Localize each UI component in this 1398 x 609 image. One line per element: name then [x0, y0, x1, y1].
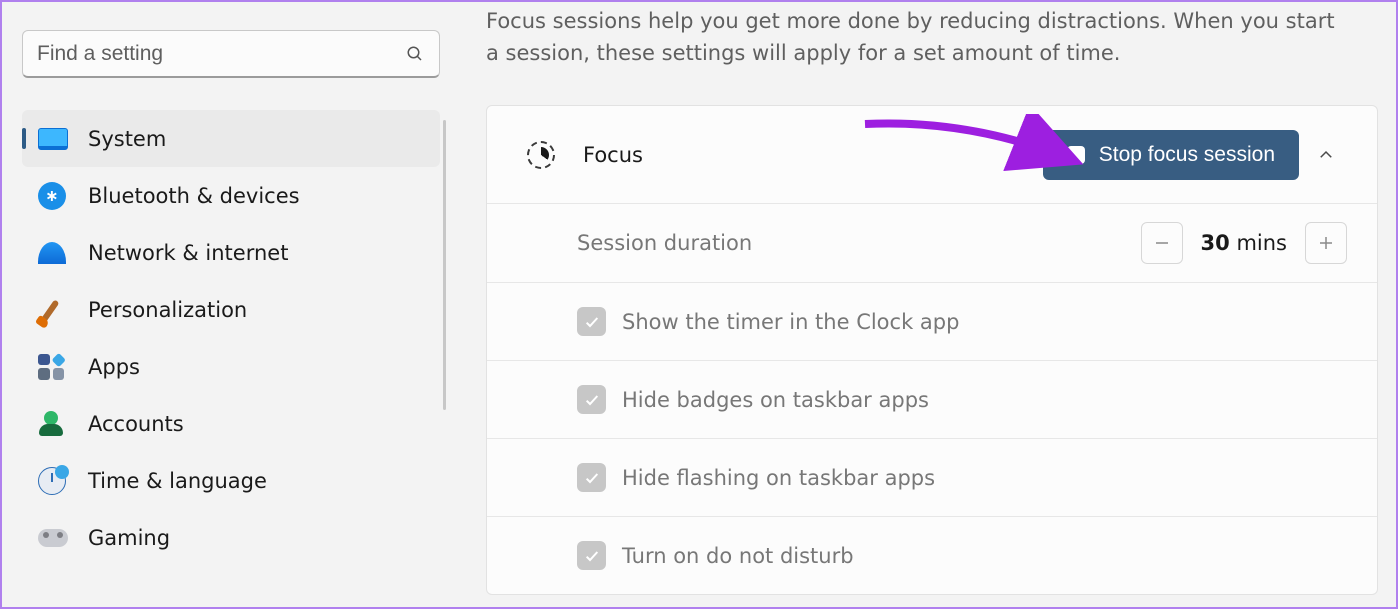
- sidebar-item-apps[interactable]: Apps: [22, 338, 440, 395]
- increase-duration-button[interactable]: [1305, 222, 1347, 264]
- option-show-timer[interactable]: Show the timer in the Clock app: [487, 282, 1377, 360]
- option-hide-badges[interactable]: Hide badges on taskbar apps: [487, 360, 1377, 438]
- chevron-up-icon: [1317, 146, 1335, 164]
- brush-icon: [38, 296, 88, 324]
- sidebar-item-system[interactable]: System: [22, 110, 440, 167]
- sidebar-item-bluetooth[interactable]: ∗ Bluetooth & devices: [22, 167, 440, 224]
- sidebar-item-label: Time & language: [88, 469, 267, 493]
- option-hide-flashing[interactable]: Hide flashing on taskbar apps: [487, 438, 1377, 516]
- option-do-not-disturb[interactable]: Turn on do not disturb: [487, 516, 1377, 594]
- check-icon: [584, 314, 600, 330]
- sidebar-item-time-language[interactable]: Time & language: [22, 452, 440, 509]
- settings-nav: System ∗ Bluetooth & devices Network & i…: [22, 110, 440, 566]
- session-duration-label: Session duration: [577, 231, 1141, 255]
- check-icon: [584, 392, 600, 408]
- option-label: Hide badges on taskbar apps: [622, 388, 1347, 412]
- minus-icon: [1153, 234, 1171, 252]
- bluetooth-icon: ∗: [38, 182, 88, 210]
- focus-card-header[interactable]: Focus Stop focus session: [487, 106, 1377, 203]
- stop-icon: [1067, 146, 1085, 164]
- gamepad-icon: [38, 529, 88, 547]
- stop-focus-button[interactable]: Stop focus session: [1043, 130, 1299, 180]
- checkbox-hide-flashing[interactable]: [577, 463, 606, 492]
- clock-globe-icon: [38, 467, 88, 495]
- settings-sidebar: System ∗ Bluetooth & devices Network & i…: [2, 2, 450, 607]
- search-field[interactable]: [22, 30, 440, 78]
- decrease-duration-button[interactable]: [1141, 222, 1183, 264]
- checkbox-show-timer[interactable]: [577, 307, 606, 336]
- search-input[interactable]: [37, 42, 406, 66]
- collapse-toggle[interactable]: [1305, 146, 1347, 164]
- checkbox-hide-badges[interactable]: [577, 385, 606, 414]
- focus-description: Focus sessions help you get more done by…: [486, 2, 1378, 69]
- sidebar-item-label: Network & internet: [88, 241, 288, 265]
- check-icon: [584, 548, 600, 564]
- sidebar-item-label: Accounts: [88, 412, 184, 436]
- option-label: Show the timer in the Clock app: [622, 310, 1347, 334]
- checkbox-dnd[interactable]: [577, 541, 606, 570]
- focus-card: Focus Stop focus session Session duratio…: [486, 105, 1378, 595]
- system-icon: [38, 128, 88, 150]
- check-icon: [584, 470, 600, 486]
- sidebar-item-accounts[interactable]: Accounts: [22, 395, 440, 452]
- search-icon: [406, 45, 424, 63]
- duration-value: 30 mins: [1201, 231, 1287, 255]
- sidebar-item-label: Bluetooth & devices: [88, 184, 300, 208]
- plus-icon: [1317, 234, 1335, 252]
- wifi-icon: [38, 242, 88, 264]
- person-icon: [38, 411, 88, 437]
- focus-icon: [527, 141, 583, 169]
- sidebar-scrollbar[interactable]: [443, 120, 446, 410]
- option-label: Hide flashing on taskbar apps: [622, 466, 1347, 490]
- sidebar-item-label: Personalization: [88, 298, 247, 322]
- stop-focus-button-label: Stop focus session: [1099, 143, 1275, 167]
- session-duration-row: Session duration 30 mins: [487, 203, 1377, 282]
- sidebar-item-personalization[interactable]: Personalization: [22, 281, 440, 338]
- settings-main-content: Focus sessions help you get more done by…: [486, 2, 1378, 607]
- focus-card-title: Focus: [583, 143, 1043, 167]
- sidebar-item-label: Apps: [88, 355, 140, 379]
- sidebar-item-label: Gaming: [88, 526, 170, 550]
- sidebar-item-network[interactable]: Network & internet: [22, 224, 440, 281]
- duration-stepper: 30 mins: [1141, 222, 1347, 264]
- sidebar-item-label: System: [88, 127, 166, 151]
- apps-icon: [38, 354, 88, 380]
- sidebar-item-gaming[interactable]: Gaming: [22, 509, 440, 566]
- option-label: Turn on do not disturb: [622, 544, 1347, 568]
